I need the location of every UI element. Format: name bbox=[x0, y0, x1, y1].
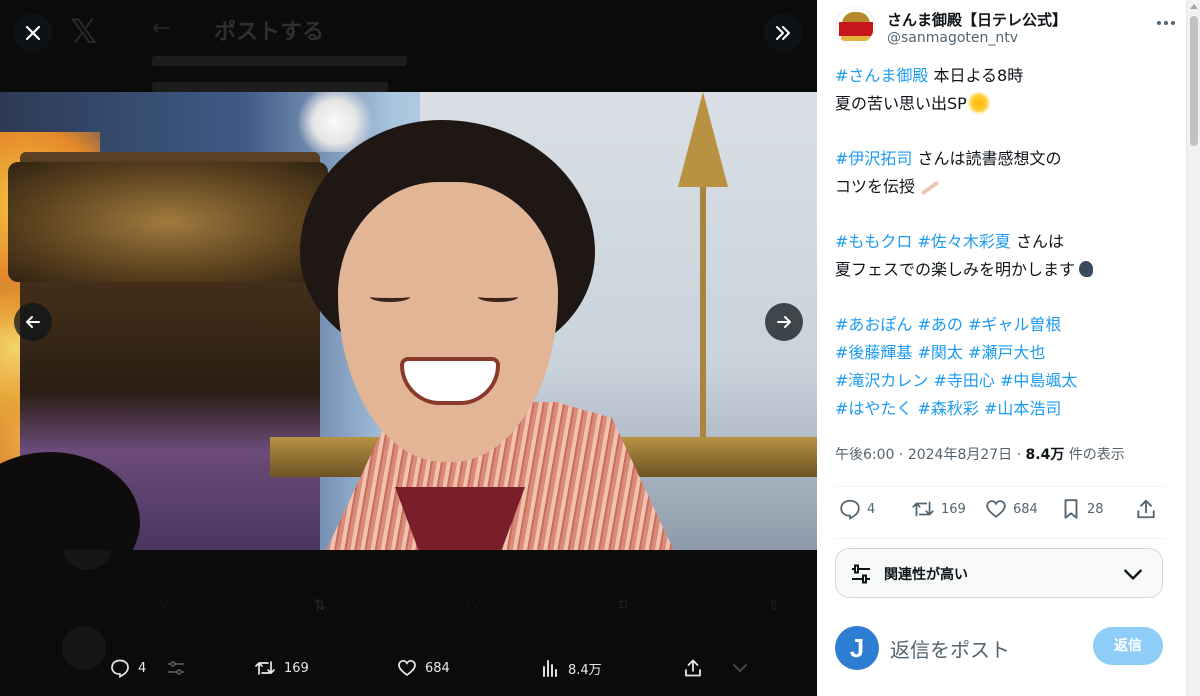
chevron-down-icon bbox=[1124, 569, 1142, 580]
arrow-right-icon bbox=[777, 316, 791, 328]
tweet-text-line: #はやたく #森秋彩 #山本浩司 bbox=[835, 395, 1175, 423]
like-button[interactable]: 684 bbox=[985, 498, 1038, 520]
views-label: 件の表示 bbox=[1068, 447, 1125, 463]
hashtag-link[interactable]: #はやたく #森秋彩 #山本浩司 bbox=[835, 399, 1061, 418]
author-name[interactable]: さんま御殿【日テレ公式】 bbox=[887, 9, 1067, 30]
x-logo-icon: 𝕏 bbox=[70, 12, 98, 52]
share-icon bbox=[685, 659, 701, 677]
views-count: 8.4万 bbox=[1025, 447, 1065, 463]
tweet-text: #さんま御殿 本日よる8時夏の苦い思い出SP #伊沢拓司 さんは読書感想文のコツを… bbox=[835, 62, 1175, 423]
hashtag-link[interactable]: #後藤輝基 #関太 #瀬戸大也 bbox=[835, 343, 1045, 362]
tweet-text-line: #伊沢拓司 さんは読書感想文の bbox=[835, 145, 1175, 173]
scrollbar[interactable] bbox=[1186, 0, 1200, 696]
pen-emoji-icon bbox=[918, 180, 940, 194]
heart-icon bbox=[986, 500, 1006, 518]
viewer-collapse-button[interactable] bbox=[730, 658, 750, 678]
reply-icon bbox=[111, 659, 129, 678]
divider bbox=[835, 538, 1165, 539]
bookmark-icon bbox=[1064, 499, 1078, 519]
tweet-text-line: #滝沢カレン #寺田心 #中島颯太 bbox=[835, 367, 1175, 395]
background-actions: ♡ ⇅ ♡ ⌑ ⇧ bbox=[160, 596, 780, 614]
tweet-text-line: #ももクロ #佐々木彩夏 さんは bbox=[835, 228, 1175, 256]
hashtag-link[interactable]: #伊沢拓司 bbox=[835, 149, 912, 168]
tweet-text-line: 夏フェスでの楽しみを明かします bbox=[835, 256, 1175, 284]
repost-button[interactable]: 169 bbox=[911, 498, 966, 520]
tweet-panel: さんま御殿【日テレ公式】 @sanmagoten_ntv #さんま御殿 本日よる… bbox=[817, 0, 1200, 696]
repost-icon bbox=[912, 501, 934, 517]
expand-panel-button[interactable] bbox=[764, 14, 802, 52]
share-button[interactable] bbox=[1135, 498, 1157, 520]
viewer-action-bar: 4 169 684 8.4万 bbox=[0, 648, 817, 692]
reply-input[interactable]: 返信をポスト bbox=[890, 634, 1010, 663]
speaking-head-emoji-icon bbox=[1078, 259, 1098, 279]
tweet-meta: 午後6:00 · 2024年8月27日 · 8.4万 件の表示 bbox=[835, 447, 1125, 463]
reply-button[interactable]: 4 bbox=[839, 498, 875, 520]
next-image-button[interactable] bbox=[765, 303, 803, 341]
sliders-icon bbox=[852, 564, 870, 584]
bar-chart-icon bbox=[543, 660, 557, 677]
share-icon bbox=[1137, 499, 1155, 519]
tweet-text-segment: さんは bbox=[1010, 232, 1064, 251]
tweet-time[interactable]: 午後6:00 bbox=[835, 447, 894, 463]
repost-icon bbox=[255, 661, 275, 675]
hashtag-link[interactable]: #滝沢カレン #寺田心 #中島颯太 bbox=[835, 371, 1077, 390]
viewer-repost-button[interactable]: 169 bbox=[254, 658, 309, 678]
chevron-down-icon bbox=[733, 664, 747, 672]
reply-submit-button[interactable]: 返信 bbox=[1093, 627, 1163, 665]
more-dots-icon bbox=[1157, 21, 1175, 25]
reply-sort-dropdown[interactable]: 関連性が高い bbox=[835, 548, 1163, 598]
tweet-date[interactable]: 2024年8月27日 bbox=[908, 447, 1012, 463]
bookmark-button[interactable]: 28 bbox=[1061, 498, 1104, 520]
sun-emoji-icon bbox=[969, 94, 988, 112]
viewer-like-button[interactable]: 684 bbox=[397, 658, 450, 678]
close-icon bbox=[25, 25, 41, 41]
tweet-text-segment: さんは読書感想文の bbox=[912, 149, 1062, 168]
reply-icon bbox=[840, 499, 860, 520]
sliders-icon bbox=[168, 661, 184, 675]
tweet-actions: 4 169 684 28 bbox=[835, 498, 1165, 528]
viewer-share-button[interactable] bbox=[683, 658, 703, 678]
tweet-text-segment: コツを伝授 bbox=[835, 177, 916, 196]
hashtag-link[interactable]: #さんま御殿 bbox=[835, 66, 928, 85]
avatar[interactable] bbox=[835, 6, 875, 46]
tweet-text-line: #後藤輝基 #関太 #瀬戸大也 bbox=[835, 339, 1175, 367]
reply-sort-label: 関連性が高い bbox=[884, 567, 968, 583]
background-page-title: ポストする bbox=[214, 20, 325, 45]
divider bbox=[835, 486, 1165, 487]
tweet-text-segment: 本日よる8時 bbox=[928, 66, 1024, 85]
tweet-text-segment: 夏フェスでの楽しみを明かします bbox=[835, 260, 1076, 279]
viewer-sort-icon[interactable] bbox=[166, 658, 186, 678]
scrollbar-thumb[interactable] bbox=[1190, 16, 1198, 146]
tweet-text-line: 夏の苦い思い出SP bbox=[835, 90, 1175, 118]
hashtag-link[interactable]: #ももクロ #佐々木彩夏 bbox=[835, 232, 1011, 251]
tweet-text-line: #あおぽん #あの #ギャル曽根 bbox=[835, 311, 1175, 339]
background-text-line bbox=[152, 56, 407, 66]
arrow-left-icon bbox=[26, 316, 40, 328]
tweet-text-line: コツを伝授 bbox=[835, 173, 1175, 201]
previous-image-button[interactable] bbox=[14, 303, 52, 341]
tweet-text-segment: 夏の苦い思い出SP bbox=[835, 94, 967, 113]
viewer-views-button[interactable]: 8.4万 bbox=[540, 658, 602, 678]
tweet-text-line: #さんま御殿 本日よる8時 bbox=[835, 62, 1175, 90]
double-chevron-right-icon bbox=[776, 26, 790, 40]
media-viewer: 𝕏 ← ポストする ♡ ⇅ ♡ ⌑ ⇧ 4 169 684 8.4万 bbox=[0, 0, 817, 696]
tweet-author: さんま御殿【日テレ公式】 @sanmagoten_ntv bbox=[835, 6, 1175, 50]
scroll-up-icon[interactable] bbox=[1190, 4, 1198, 9]
viewer-reply-button[interactable]: 4 bbox=[110, 658, 146, 678]
background-text-line bbox=[152, 82, 388, 92]
author-handle[interactable]: @sanmagoten_ntv bbox=[887, 30, 1018, 46]
back-arrow-icon: ← bbox=[152, 16, 171, 41]
heart-icon bbox=[398, 659, 416, 677]
tweet-photo[interactable] bbox=[0, 92, 817, 550]
hashtag-link[interactable]: #あおぽん #あの #ギャル曽根 bbox=[835, 315, 1061, 334]
user-avatar[interactable]: J bbox=[835, 626, 879, 670]
reply-composer: J 返信をポスト 返信 bbox=[835, 624, 1165, 670]
more-options-button[interactable] bbox=[1154, 10, 1178, 30]
close-button[interactable] bbox=[14, 14, 52, 52]
